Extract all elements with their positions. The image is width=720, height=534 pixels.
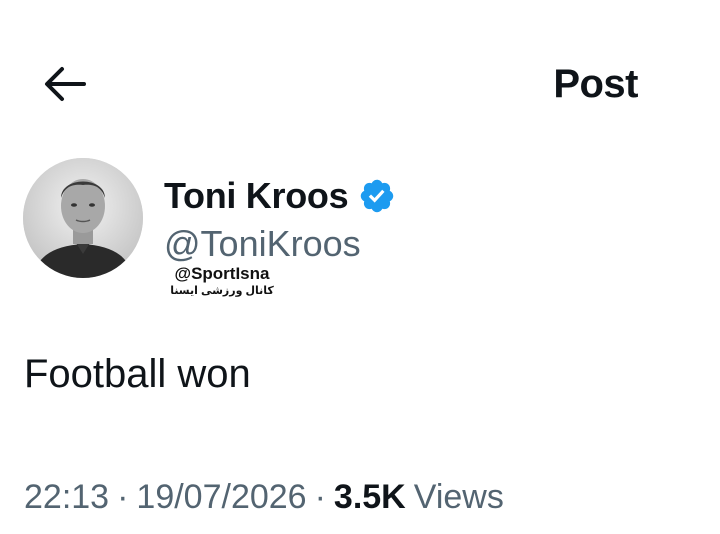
author-handle[interactable]: @ToniKroos bbox=[164, 222, 361, 266]
views-count[interactable]: 3.5K bbox=[334, 478, 406, 516]
watermark-handle: @SportIsna bbox=[174, 264, 270, 283]
page-title: Post bbox=[553, 62, 638, 106]
avatar[interactable] bbox=[23, 158, 143, 278]
post-date[interactable]: 19/07/2026 bbox=[136, 478, 306, 516]
meta-separator: · bbox=[117, 478, 129, 516]
post-time[interactable]: 22:13 bbox=[24, 478, 109, 516]
meta-separator: · bbox=[314, 478, 326, 516]
verified-badge-icon bbox=[358, 177, 396, 215]
post-meta: 22:13 · 19/07/2026 · 3.5K Views bbox=[24, 474, 504, 520]
watermark: @SportIsna کانال ورزشی ایسنا bbox=[160, 264, 284, 298]
author-name-row: Toni Kroos bbox=[164, 172, 396, 220]
arrow-left-icon bbox=[45, 67, 86, 101]
post-text: Football won bbox=[24, 352, 251, 396]
watermark-subtitle: کانال ورزشی ایسنا bbox=[170, 285, 274, 297]
display-name[interactable]: Toni Kroos bbox=[164, 175, 349, 217]
profile-photo bbox=[23, 158, 143, 278]
back-button[interactable] bbox=[36, 60, 92, 108]
top-bar: Post bbox=[0, 0, 720, 140]
views-label[interactable]: Views bbox=[406, 478, 504, 516]
